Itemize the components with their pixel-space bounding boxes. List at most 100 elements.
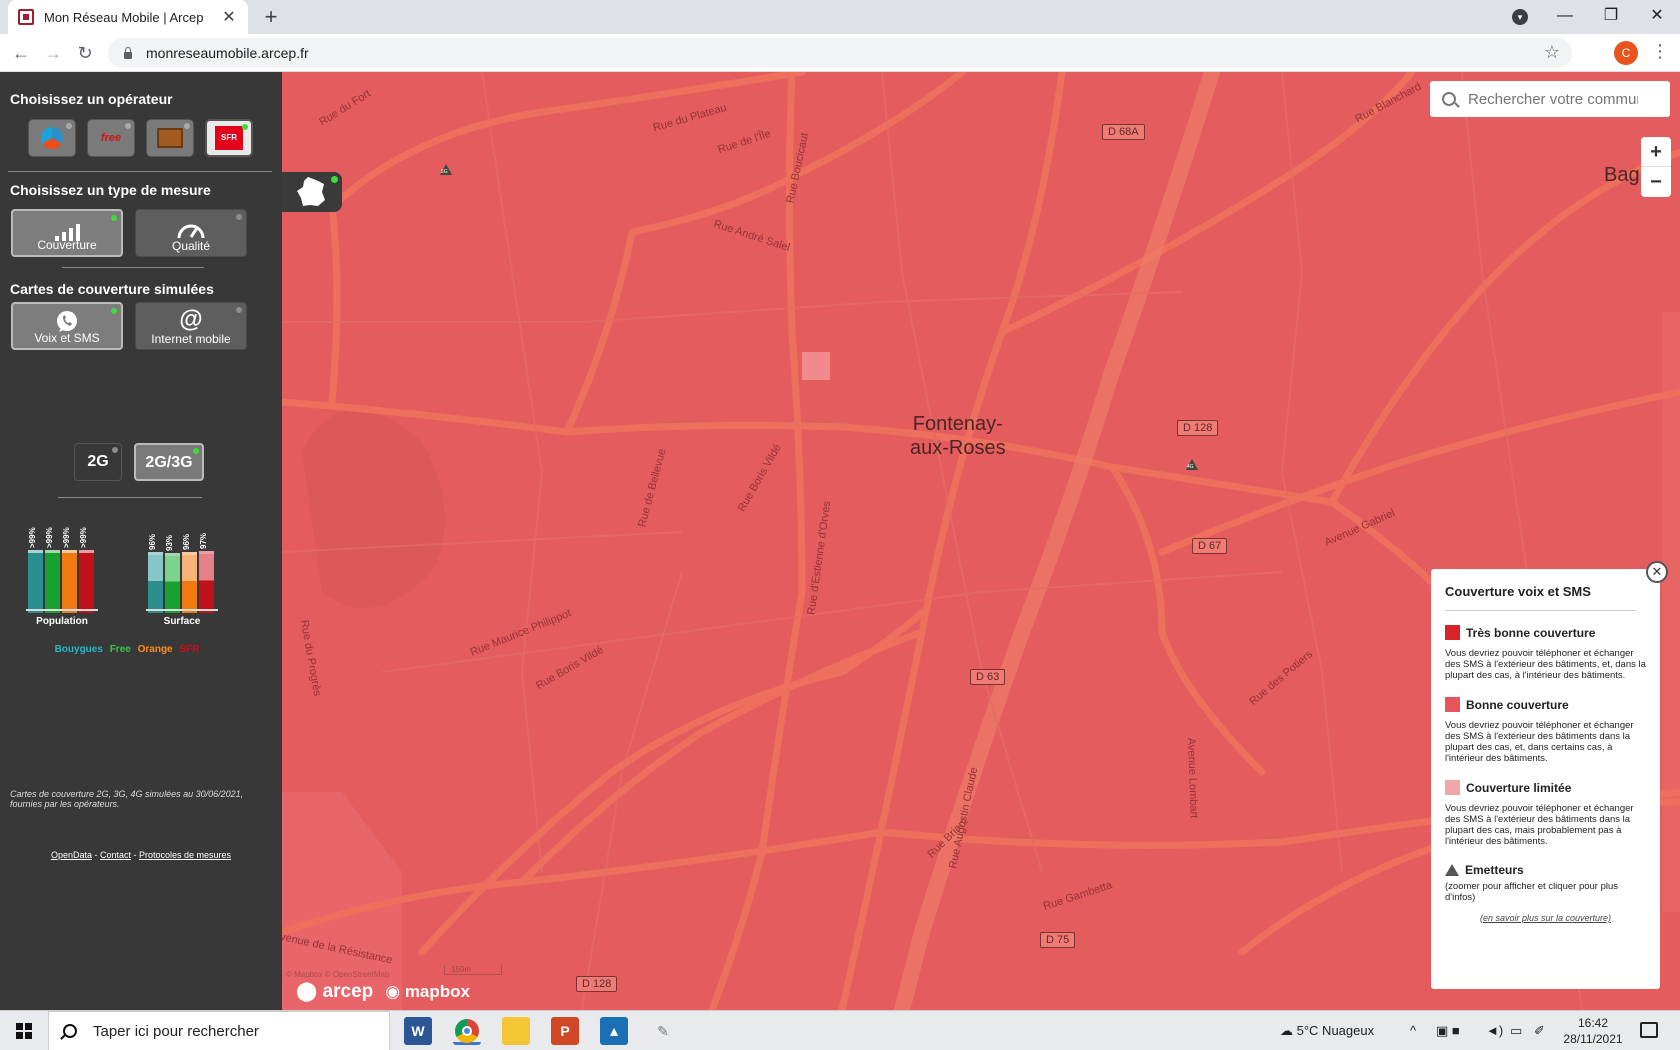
coverage-info-link[interactable]: (en savoir plus sur la couverture) [1445, 913, 1646, 923]
restore-icon[interactable]: ❐ [1588, 0, 1634, 34]
close-window-icon[interactable]: ✕ [1634, 0, 1680, 34]
forward-icon[interactable]: → [38, 38, 68, 68]
zoom-controls: + − [1641, 137, 1671, 197]
status-dot [111, 215, 117, 221]
mapbox-logo[interactable]: ◉ mapbox [385, 982, 470, 1002]
legend-item-desc: Vous devriez pouvoir téléphoner et échan… [1445, 648, 1646, 681]
system-clock[interactable]: 16:42 28/11/2021 [1556, 1015, 1630, 1047]
link-contact[interactable]: Contact [100, 850, 131, 860]
surface-bar-fill [165, 553, 180, 613]
road-label: D 75 [1040, 932, 1076, 948]
emitter-triangle-icon [1445, 864, 1459, 876]
generation-label: 2G/3G [145, 454, 193, 471]
operator-button-free[interactable]: free [87, 119, 135, 157]
legend-item-emetteurs: Emetteurs [1445, 863, 1646, 877]
surface-bar-label: 96% [182, 533, 191, 550]
notification-icon[interactable] [1640, 1022, 1658, 1038]
network-icon[interactable]: ▭ [1510, 1011, 1522, 1050]
population-bar-fill [45, 550, 60, 613]
minimize-icon[interactable]: — [1542, 0, 1588, 34]
status-dot [236, 307, 242, 313]
search-icon [63, 1024, 77, 1038]
paint-app-icon[interactable]: ✎ [649, 1017, 677, 1045]
new-tab-icon[interactable]: + [258, 4, 284, 30]
operator-button-orange[interactable] [146, 119, 194, 157]
measure-label: Qualité [171, 239, 211, 253]
mapbox-brand: mapbox [404, 981, 470, 1001]
weather-widget[interactable]: ☁ 5°C Nuageux [1280, 1011, 1374, 1050]
tray-apps-icon[interactable]: ▣ ■ [1436, 1011, 1460, 1050]
reload-icon[interactable]: ↻ [70, 38, 100, 68]
surface-bar: 97% [199, 533, 214, 613]
color-swatch [1445, 697, 1460, 712]
france-view-button[interactable] [282, 172, 342, 212]
arcep-logo[interactable]: ⬤ arcep [296, 980, 373, 1003]
population-bar-label: >99% [45, 527, 54, 548]
tab-search-icon[interactable]: ▾ [1512, 9, 1528, 25]
measure-button-qualite[interactable]: Qualité [135, 209, 247, 257]
legend-item-desc: Vous devriez pouvoir téléphoner et échan… [1445, 803, 1634, 847]
clock-time: 16:42 [1577, 1016, 1609, 1030]
chrome-app-icon[interactable] [453, 1017, 481, 1045]
map-brand-logos: ⬤ arcep ◉ mapbox [296, 980, 470, 1003]
clock-date: 28/11/2021 [1563, 1032, 1623, 1046]
bookmark-star-icon[interactable]: ☆ [1544, 42, 1560, 63]
measure-section-title: Choisissez un type de mesure [10, 182, 211, 198]
antenna-5g-icon[interactable]: 5G [440, 164, 452, 175]
search-icon [1442, 92, 1456, 106]
status-dot [236, 214, 242, 220]
antenna-4g-icon[interactable]: 4G [1186, 459, 1198, 470]
zoom-in-button[interactable]: + [1641, 137, 1671, 167]
neighbor-city-label: Bag [1604, 164, 1640, 186]
legend-free: Free [109, 644, 131, 655]
operator-button-sfr[interactable]: SFR [205, 119, 253, 157]
population-bar-label: >99% [28, 527, 37, 548]
sim-button-voix-sms[interactable]: Voix et SMS [11, 302, 123, 350]
file-explorer-icon[interactable] [502, 1017, 530, 1045]
windows-start-icon[interactable] [16, 1023, 32, 1039]
profile-avatar[interactable]: C [1614, 41, 1638, 65]
population-bar: >99% [79, 527, 94, 613]
legend-item-desc: Vous devriez pouvoir téléphoner et échan… [1445, 720, 1634, 764]
pen-icon[interactable]: ✐ [1534, 1011, 1545, 1050]
sim-label: Voix et SMS [34, 331, 100, 345]
tray-chevron-icon[interactable]: ^ [1410, 1011, 1416, 1050]
population-bar-fill [62, 550, 77, 613]
taskbar-search[interactable]: Taper ici pour rechercher [48, 1011, 390, 1050]
link-protocoles[interactable]: Protocoles de mesures [139, 850, 231, 860]
address-bar[interactable]: monreseaumobile.arcep.fr ☆ [108, 38, 1572, 68]
measure-button-couverture[interactable]: Couverture [11, 209, 123, 257]
osm-attribution[interactable]: © Mapbox © OpenStreetMap [286, 970, 389, 979]
generation-button-2g[interactable]: 2G [74, 443, 122, 481]
link-opendata[interactable]: OpenData [51, 850, 92, 860]
legend-close-button[interactable]: ✕ [1646, 561, 1668, 583]
site-favicon-icon [18, 9, 34, 25]
back-icon[interactable]: ← [6, 38, 36, 68]
volume-icon[interactable]: ◄) [1486, 1011, 1503, 1050]
browser-tab-bar: Mon Réseau Mobile | Arcep ✕ + ▾ — ❐ ✕ [0, 0, 1680, 34]
generation-button-2g3g[interactable]: 2G/3G [134, 443, 204, 481]
word-app-icon[interactable]: W [404, 1017, 432, 1045]
legend-title: Couverture voix et SMS [1445, 583, 1636, 611]
browser-menu-icon[interactable]: ⋮ [1650, 40, 1670, 64]
zoom-out-button[interactable]: − [1641, 167, 1671, 197]
commune-search-box[interactable] [1430, 81, 1670, 117]
browser-tab[interactable]: Mon Réseau Mobile | Arcep ✕ [8, 0, 248, 34]
status-dot [184, 123, 190, 129]
legend-item-bonne: Bonne couverture [1445, 697, 1646, 712]
legend-item-label: Très bonne couverture [1466, 625, 1596, 640]
legend-sfr: SFR [179, 644, 200, 655]
population-bar: >99% [62, 527, 77, 613]
photos-app-icon[interactable]: ▲ [600, 1017, 628, 1045]
sim-button-internet[interactable]: @ Internet mobile [135, 302, 247, 350]
at-sign-icon: @ [179, 306, 203, 333]
tower-label: 5G [441, 169, 448, 175]
population-bar-fill [79, 550, 94, 613]
operator-button-bouygues[interactable] [28, 119, 76, 157]
road-label: D 128 [1177, 420, 1219, 436]
commune-search-input[interactable] [1468, 90, 1638, 108]
tab-close-icon[interactable]: ✕ [220, 7, 238, 27]
powerpoint-app-icon[interactable]: P [551, 1017, 579, 1045]
surface-bar-label: 93% [165, 534, 174, 551]
url-text: monreseaumobile.arcep.fr [146, 45, 309, 61]
